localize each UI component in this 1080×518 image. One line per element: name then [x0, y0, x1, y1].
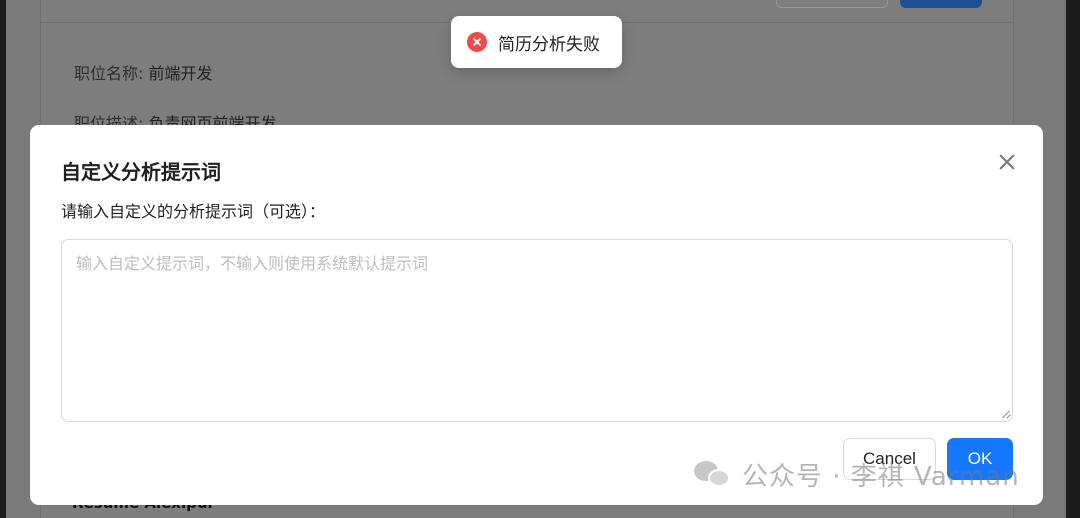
- background-secondary-button: [776, 0, 888, 8]
- resize-handle-icon[interactable]: [1000, 409, 1010, 419]
- modal-title: 自定义分析提示词: [61, 160, 221, 184]
- background-job-title: 职位名称: 前端开发: [74, 60, 213, 84]
- window-frame-right: [1066, 0, 1080, 518]
- custom-prompt-modal: 自定义分析提示词 请输入自定义的分析提示词（可选）： Cancel OK: [30, 125, 1043, 505]
- modal-subtitle: 请输入自定义的分析提示词（可选）：: [61, 202, 326, 221]
- custom-prompt-textarea[interactable]: [61, 239, 1013, 422]
- ok-button[interactable]: OK: [947, 438, 1013, 480]
- error-circle-icon: [467, 32, 487, 52]
- close-icon[interactable]: [994, 149, 1020, 175]
- error-toast: 简历分析失败: [451, 16, 622, 68]
- job-title-label: 职位名称:: [74, 64, 144, 83]
- toast-message: 简历分析失败: [498, 34, 600, 55]
- cancel-button[interactable]: Cancel: [843, 438, 936, 480]
- background-primary-button: [900, 0, 982, 8]
- job-title-value: 前端开发: [148, 64, 213, 83]
